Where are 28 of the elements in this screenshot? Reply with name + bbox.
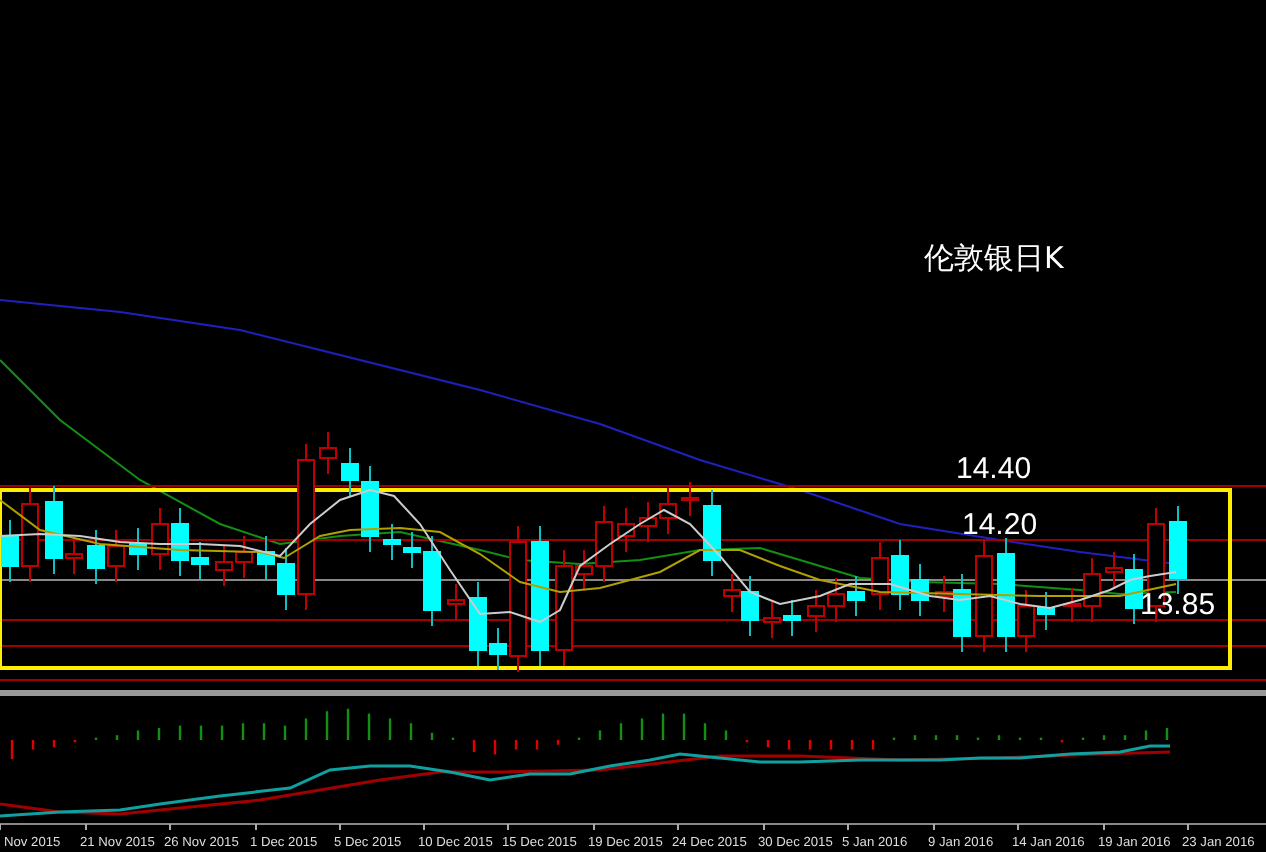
candle (129, 527, 147, 571)
candle (447, 583, 465, 621)
candle (847, 575, 865, 617)
candle (87, 529, 105, 585)
candle (871, 541, 889, 611)
candle (531, 525, 549, 667)
candle (319, 431, 337, 475)
candle (681, 481, 699, 517)
candle (107, 529, 125, 583)
candle (383, 523, 401, 561)
candle (257, 535, 275, 581)
candle (891, 539, 909, 611)
candle (827, 577, 845, 623)
candle (235, 535, 253, 579)
candle (1169, 505, 1187, 595)
price-label: 14.40 (956, 452, 1032, 486)
candle (617, 507, 635, 553)
candle (807, 589, 825, 633)
candle (783, 599, 801, 637)
candle (659, 487, 677, 535)
candle (975, 539, 993, 653)
candle (763, 601, 781, 639)
candle (215, 545, 233, 587)
chart-title: 伦敦银日K (924, 240, 1064, 276)
candle (911, 563, 929, 617)
candle (639, 501, 657, 543)
price-label: 14.20 (962, 508, 1038, 542)
candle (151, 507, 169, 571)
